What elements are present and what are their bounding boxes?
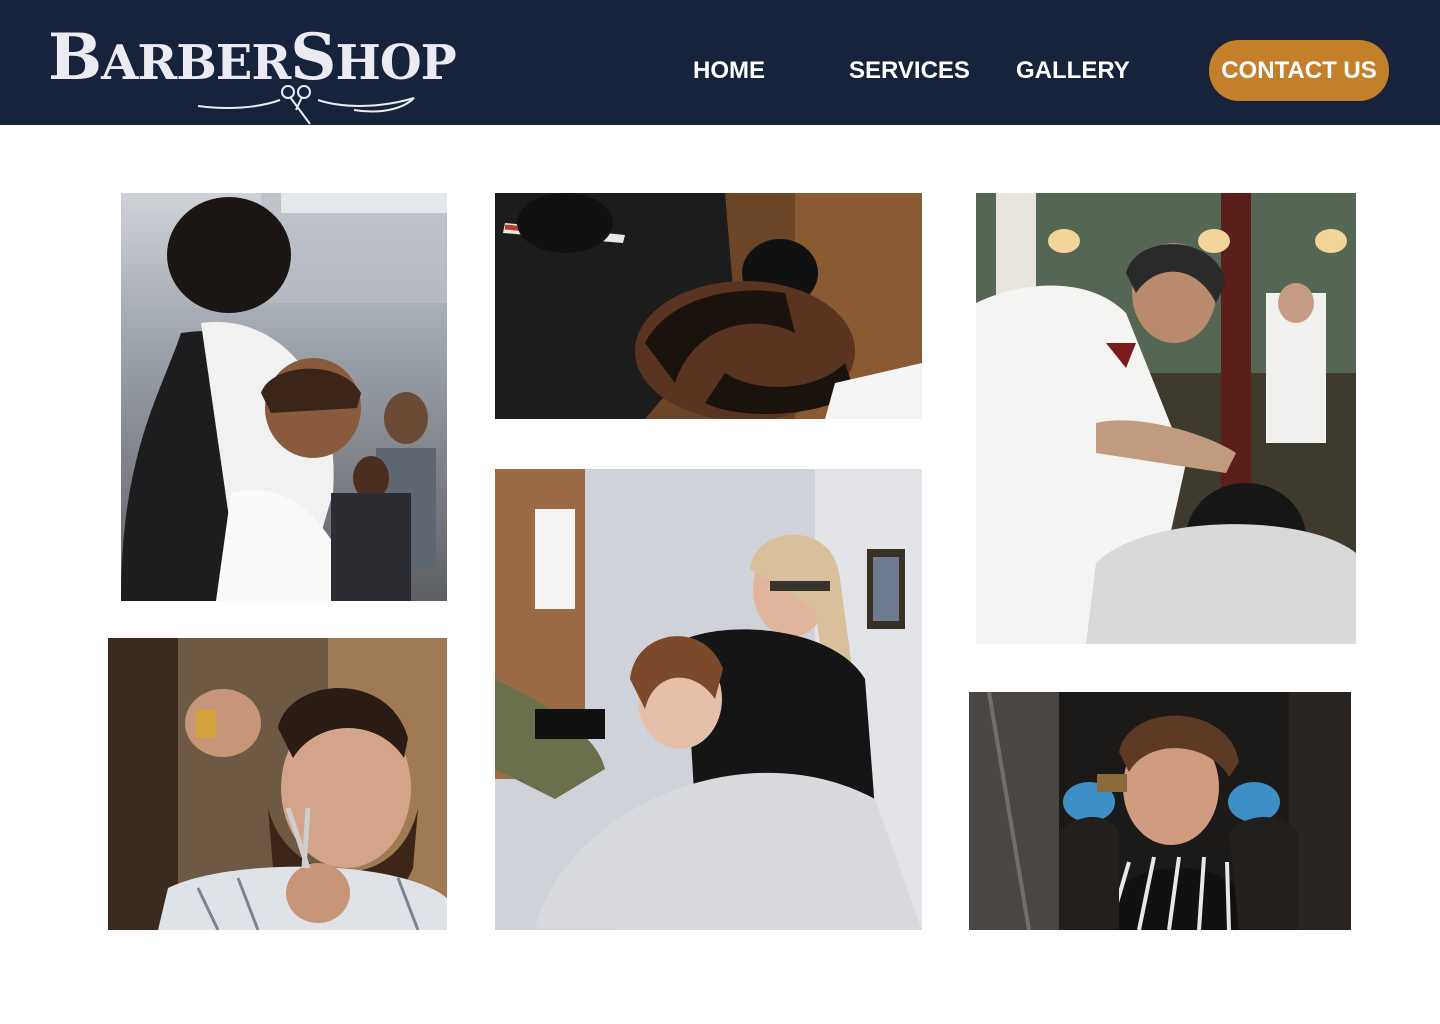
female-barber-haircut-photo[interactable] [495,469,922,930]
beard-razor-trim-photo[interactable] [495,193,922,419]
beard-scissor-trim-photo[interactable] [108,638,447,930]
site-header: BARBERSHOP HOME SERVICES GALLERY CONTACT… [0,0,1440,125]
nav-gallery[interactable]: GALLERY [1016,56,1130,86]
contact-us-button[interactable]: CONTACT US [1209,40,1389,101]
logo-letter-b: B [48,20,102,95]
fade-clipper-haircut-photo[interactable] [969,692,1351,930]
barbershop-logo[interactable]: BARBERSHOP [48,20,457,126]
nav-home[interactable]: HOME [693,56,765,86]
nav-services[interactable]: SERVICES [849,56,970,86]
barber-on-phone-photo[interactable] [121,193,447,601]
scissors-flourish-icon [197,85,415,125]
vintage-barber-shave-photo[interactable] [976,193,1356,644]
